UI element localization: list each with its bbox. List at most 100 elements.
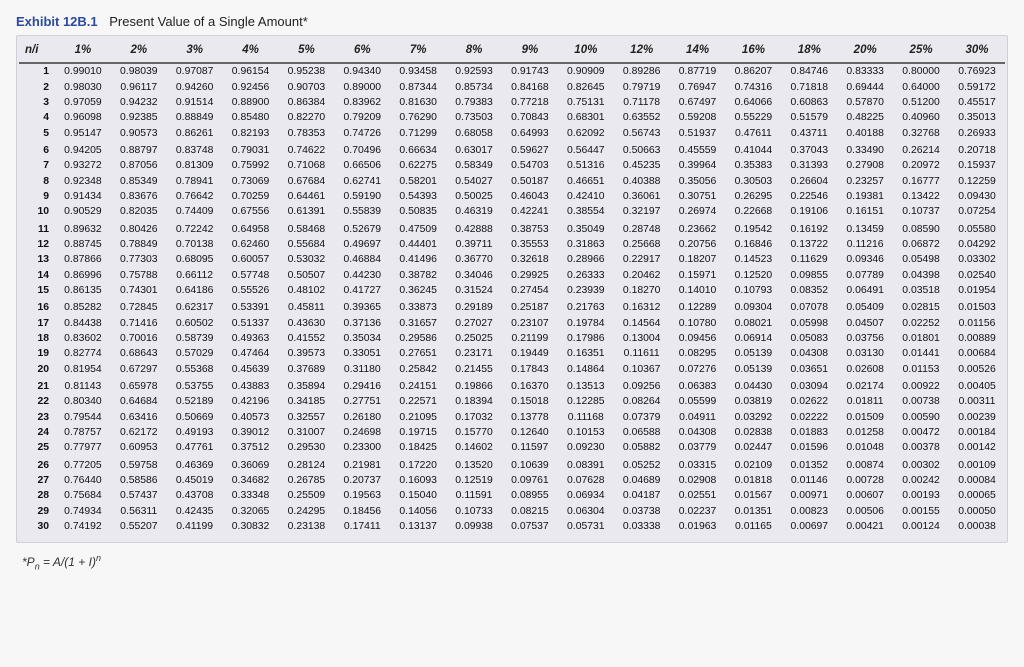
pv-cell: 0.02815	[893, 300, 949, 315]
pv-cell: 0.01146	[781, 473, 837, 488]
pv-cell: 0.43630	[279, 315, 335, 330]
pv-cell: 0.91743	[502, 63, 558, 79]
pv-cell: 0.26933	[949, 126, 1005, 143]
pv-cell: 0.20972	[893, 158, 949, 173]
pv-cell: 0.82774	[55, 346, 111, 361]
table-row: 190.827740.686430.570290.474640.395730.3…	[19, 346, 1005, 361]
pv-cell: 0.05252	[614, 457, 670, 472]
pv-cell: 0.60502	[167, 315, 223, 330]
pv-cell: 0.76440	[55, 473, 111, 488]
pv-cell: 0.12259	[949, 173, 1005, 188]
pv-cell: 0.62741	[334, 173, 390, 188]
pv-cell: 0.01351	[726, 504, 782, 519]
pv-cell: 0.02222	[781, 410, 837, 425]
pv-cell: 0.71416	[111, 315, 167, 330]
pv-cell: 0.26604	[781, 173, 837, 188]
pv-cell: 0.00526	[949, 362, 1005, 379]
formula-note: *Pn = A/(1 + I)n	[16, 553, 1008, 571]
pv-cell: 0.84438	[55, 315, 111, 330]
pv-cell: 0.21199	[502, 331, 558, 346]
pv-cell: 0.07254	[949, 204, 1005, 221]
pv-cell: 0.70496	[334, 143, 390, 158]
pv-cell: 0.26214	[893, 143, 949, 158]
pv-cell: 0.36069	[223, 457, 279, 472]
pv-cell: 0.16370	[502, 379, 558, 394]
pv-cell: 0.29586	[390, 331, 446, 346]
pv-cell: 0.22668	[726, 204, 782, 221]
pv-cell: 0.01963	[670, 519, 726, 536]
pv-cell: 0.95147	[55, 126, 111, 143]
pv-cell: 0.22546	[781, 189, 837, 204]
pv-cell: 0.23138	[279, 519, 335, 536]
col-header: 7%	[390, 38, 446, 63]
pv-cell: 0.17220	[390, 457, 446, 472]
pv-cell: 0.74301	[111, 283, 167, 300]
pv-cell: 0.35034	[334, 331, 390, 346]
pv-cell: 0.20462	[614, 268, 670, 283]
pv-cell: 0.25509	[279, 488, 335, 503]
table-row: 30.970590.942320.915140.889000.863840.83…	[19, 95, 1005, 110]
pv-cell: 0.70843	[502, 110, 558, 125]
table-row: 170.844380.714160.605020.513370.436300.3…	[19, 315, 1005, 330]
pv-cell: 0.39711	[446, 237, 502, 252]
pv-cell: 0.04308	[781, 346, 837, 361]
pv-cell: 0.00738	[893, 394, 949, 409]
pv-cell: 0.42410	[558, 189, 614, 204]
pv-cell: 0.73503	[446, 110, 502, 125]
table-row: 150.861350.743010.641860.555260.481020.4…	[19, 283, 1005, 300]
pv-cell: 0.01503	[949, 300, 1005, 315]
pv-cell: 0.76642	[167, 189, 223, 204]
pv-cell: 0.08295	[670, 346, 726, 361]
exhibit-header: Exhibit 12B.1 Present Value of a Single …	[16, 14, 1008, 29]
pv-cell: 0.00050	[949, 504, 1005, 519]
pv-cell: 0.05882	[614, 440, 670, 457]
pv-cell: 0.12519	[446, 473, 502, 488]
pv-cell: 0.63552	[614, 110, 670, 125]
pv-cell: 0.05409	[837, 300, 893, 315]
pv-cell: 0.38554	[558, 204, 614, 221]
pv-cell: 0.89286	[614, 63, 670, 79]
pv-cell: 0.40573	[223, 410, 279, 425]
pv-cell: 0.40188	[837, 126, 893, 143]
pv-cell: 0.88797	[111, 143, 167, 158]
pv-cell: 0.18425	[390, 440, 446, 457]
pv-cell: 0.59758	[111, 457, 167, 472]
pv-cell: 0.77303	[111, 252, 167, 267]
col-header: 1%	[55, 38, 111, 63]
pv-cell: 0.16192	[781, 221, 837, 236]
row-n-label: 26	[19, 457, 55, 472]
pv-cell: 0.40960	[893, 110, 949, 125]
pv-cell: 0.23939	[558, 283, 614, 300]
pv-cell: 0.23257	[837, 173, 893, 188]
pv-cell: 0.93272	[55, 158, 111, 173]
pv-cell: 0.13004	[614, 331, 670, 346]
pv-cell: 0.68058	[446, 126, 502, 143]
pv-cell: 0.09761	[502, 473, 558, 488]
pv-cell: 0.05498	[893, 252, 949, 267]
pv-cell: 0.24698	[334, 425, 390, 440]
pv-cell: 0.18394	[446, 394, 502, 409]
pv-cell: 0.33873	[390, 300, 446, 315]
col-header: 10%	[558, 38, 614, 63]
pv-cell: 0.09855	[781, 268, 837, 283]
col-header: 30%	[949, 38, 1005, 63]
pv-cell: 0.19449	[502, 346, 558, 361]
pv-cell: 0.71068	[279, 158, 335, 173]
pv-cell: 0.45811	[279, 300, 335, 315]
pv-cell: 0.89000	[334, 79, 390, 94]
pv-cell: 0.01165	[726, 519, 782, 536]
pv-cell: 0.43711	[781, 126, 837, 143]
pv-cell: 0.48102	[279, 283, 335, 300]
pv-cell: 0.21763	[558, 300, 614, 315]
pv-cell: 0.49697	[334, 237, 390, 252]
pv-cell: 0.45639	[223, 362, 279, 379]
pv-cell: 0.86384	[279, 95, 335, 110]
pv-cell: 0.64000	[893, 79, 949, 94]
row-n-label: 11	[19, 221, 55, 236]
pv-cell: 0.51200	[893, 95, 949, 110]
pv-cell: 0.01596	[781, 440, 837, 457]
pv-cell: 0.33490	[837, 143, 893, 158]
pv-cell: 0.04689	[614, 473, 670, 488]
pv-cell: 0.15040	[390, 488, 446, 503]
pv-cell: 0.33348	[223, 488, 279, 503]
